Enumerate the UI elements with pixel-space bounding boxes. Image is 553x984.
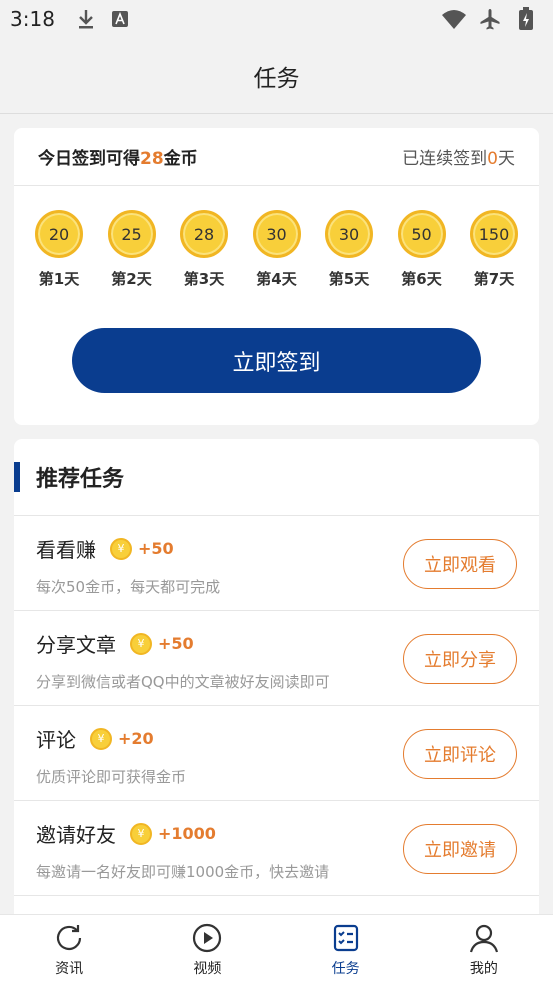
coin-icon: ¥ — [110, 537, 132, 560]
coin-icon: 20 — [35, 210, 83, 258]
task-list-icon — [330, 922, 362, 954]
nav-item-tasks[interactable]: 任务 — [296, 922, 396, 978]
signin-day-5: 30 第5天 — [324, 210, 374, 300]
download-icon — [73, 6, 99, 32]
task-reward: +50 — [138, 539, 174, 558]
section-accent-bar — [14, 462, 20, 492]
coin-icon: 25 — [107, 210, 156, 258]
nav-label: 任务 — [331, 960, 360, 977]
task-name-row: 分享文章 ¥ +50 — [36, 629, 194, 658]
task-item-watch: 看看赚 ¥ +50 每次50金币，每天都可完成 立即观看 — [14, 516, 539, 611]
watch-now-button[interactable]: 立即观看 — [403, 539, 517, 589]
coin-icon: 30 — [252, 210, 301, 258]
task-name: 评论 — [36, 728, 76, 752]
task-name-row: 邀请好友 ¥ +1000 — [36, 819, 216, 848]
share-now-button[interactable]: 立即分享 — [403, 634, 517, 684]
task-name: 邀请好友 — [36, 823, 116, 847]
invite-now-button[interactable]: 立即邀请 — [403, 824, 517, 874]
tasks-card: 推荐任务 看看赚 ¥ +50 每次50金币，每天都可完成 立即观看 分享文章 ¥… — [14, 439, 539, 919]
task-item-comment: 评论 ¥ +20 优质评论即可获得金币 立即评论 — [14, 706, 539, 801]
refresh-icon — [53, 922, 85, 954]
day-label: 第3天 — [183, 270, 225, 288]
signin-day-3: 28 第3天 — [179, 210, 229, 300]
person-icon — [468, 922, 500, 954]
coin-icon: 28 — [180, 210, 228, 258]
day-label: 第7天 — [473, 270, 515, 288]
battery-icon — [513, 6, 539, 32]
streak-suffix: 天 — [498, 149, 515, 169]
task-reward: +1000 — [158, 824, 216, 843]
task-name-row: 评论 ¥ +20 — [36, 724, 154, 753]
comment-now-button[interactable]: 立即评论 — [403, 729, 517, 779]
nav-label: 视频 — [193, 960, 222, 977]
task-name: 分享文章 — [36, 633, 116, 657]
coin-icon: ¥ — [90, 727, 112, 750]
coin-icon: 30 — [325, 210, 373, 258]
signin-day-6: 50 第6天 — [397, 210, 447, 300]
signin-suffix: 金币 — [163, 149, 198, 169]
app-header: 任务 — [0, 38, 553, 114]
day-label: 第6天 — [401, 270, 442, 288]
coin-icon: ¥ — [130, 632, 152, 655]
status-time: 3:18 — [10, 7, 55, 31]
signin-day-4: 30 第4天 — [252, 210, 302, 300]
coin-icon: 50 — [397, 210, 446, 258]
signin-streak-text: 已连续签到0天 — [402, 144, 515, 169]
wifi-icon — [441, 6, 467, 32]
streak-days: 0 — [487, 149, 498, 169]
coin-icon: ¥ — [130, 822, 152, 845]
signin-button[interactable]: 立即签到 — [72, 328, 481, 393]
signin-card: 今日签到可得28金币 已连续签到0天 20 第1天 25 第2天 28 第3天 … — [14, 128, 539, 425]
nav-label: 我的 — [469, 960, 498, 977]
task-desc: 每次50金币，每天都可完成 — [36, 578, 221, 596]
airplane-icon — [477, 6, 503, 32]
day-label: 第4天 — [256, 270, 297, 288]
signin-reward-text: 今日签到可得28金币 — [38, 144, 198, 169]
task-name: 看看赚 — [36, 538, 96, 562]
signin-day-7: 150 第7天 — [469, 210, 519, 300]
nav-item-video[interactable]: 视频 — [157, 922, 257, 978]
day-label: 第2天 — [111, 270, 152, 288]
coin-icon: 150 — [470, 210, 518, 258]
signin-day-1: 20 第1天 — [34, 210, 84, 300]
signin-prefix: 今日签到可得 — [38, 149, 140, 169]
day-label: 第1天 — [38, 270, 80, 288]
task-desc: 分享到微信或者QQ中的文章被好友阅读即可 — [36, 673, 330, 691]
a-badge-icon — [107, 6, 133, 32]
tasks-header: 推荐任务 — [14, 439, 539, 516]
task-item-invite: 邀请好友 ¥ +1000 每邀请一名好友即可赚1000金币，快去邀请 立即邀请 — [14, 801, 539, 896]
signin-day-2: 25 第2天 — [107, 210, 157, 300]
task-desc: 优质评论即可获得金币 — [36, 768, 187, 786]
task-desc: 每邀请一名好友即可赚1000金币，快去邀请 — [36, 863, 330, 881]
bottom-nav: 资讯 视频 任务 我的 — [0, 914, 553, 984]
page-title: 任务 — [253, 65, 300, 92]
task-name-row: 看看赚 ¥ +50 — [36, 534, 174, 563]
nav-item-me[interactable]: 我的 — [434, 922, 534, 978]
play-circle-icon — [191, 922, 223, 954]
signin-header: 今日签到可得28金币 已连续签到0天 — [14, 128, 539, 186]
task-reward: +50 — [158, 634, 194, 653]
streak-prefix: 已连续签到 — [402, 149, 488, 169]
signin-coins-today: 28 — [140, 149, 164, 169]
nav-item-news[interactable]: 资讯 — [19, 922, 119, 978]
day-label: 第5天 — [328, 270, 370, 288]
signin-days-row: 20 第1天 25 第2天 28 第3天 30 第4天 30 第5天 50 第6… — [14, 210, 539, 300]
tasks-title: 推荐任务 — [36, 467, 125, 492]
nav-label: 资讯 — [55, 960, 84, 977]
task-reward: +20 — [118, 729, 154, 748]
task-item-share: 分享文章 ¥ +50 分享到微信或者QQ中的文章被好友阅读即可 立即分享 — [14, 611, 539, 706]
status-bar: 3:18 — [0, 0, 553, 38]
